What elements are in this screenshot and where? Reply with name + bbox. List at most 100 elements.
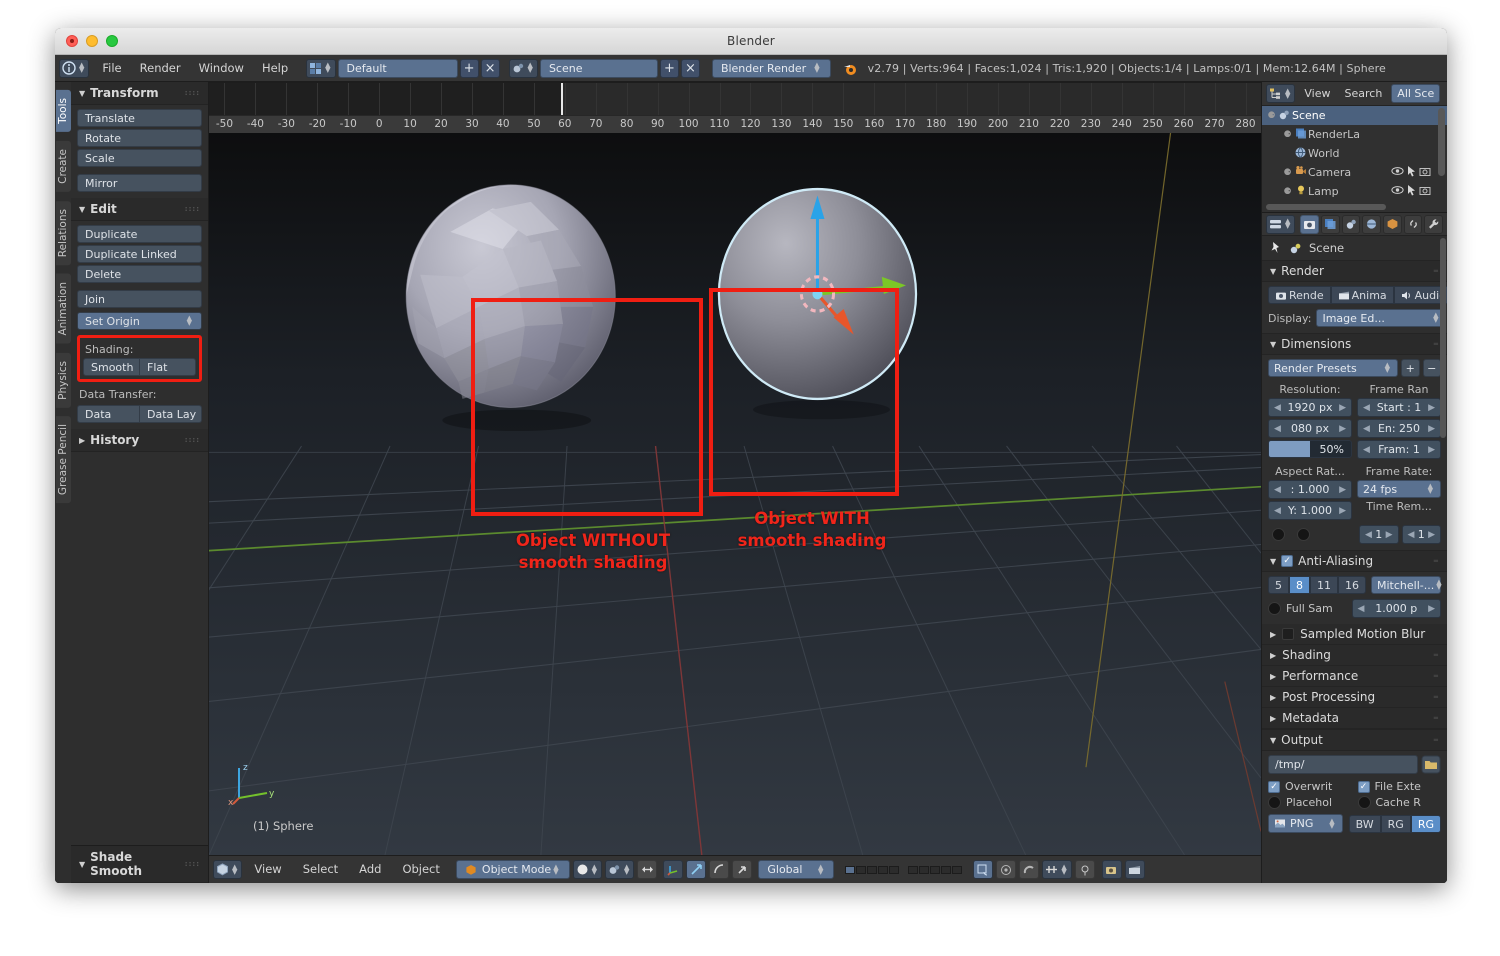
data-transfer-button[interactable]: Data <box>77 405 140 423</box>
layer-cell[interactable] <box>878 865 889 874</box>
frame-step-property[interactable]: ◀ Fram: 1 ▶ <box>1357 440 1441 459</box>
frame-start-property[interactable]: ◀ Start : 1 ▶ <box>1357 398 1441 417</box>
arrow-right-icon[interactable]: ▶ <box>1428 424 1435 434</box>
toggle-x-ray-button[interactable] <box>637 860 658 879</box>
panel-header-antialiasing[interactable]: ▼ ✓ Anti-Aliasing ═ <box>1262 550 1447 572</box>
new-scene-button[interactable]: + <box>659 58 679 78</box>
outliner-menu-search[interactable]: Search <box>1340 87 1388 100</box>
transform-orientation-selector[interactable]: Global ▲ ▼ <box>758 860 835 879</box>
color-mode-rgb[interactable]: RG <box>1380 814 1411 833</box>
viewport-menu-add[interactable]: Add <box>350 860 390 879</box>
layer-cell[interactable] <box>952 865 963 874</box>
frame-rate-selector[interactable]: 24 fps ▲ ▼ <box>1357 480 1441 498</box>
shade-flat-button[interactable]: Flat <box>140 358 196 376</box>
pin-icon[interactable] <box>1269 241 1283 255</box>
display-mode-selector[interactable]: Image Ed... ▲ ▼ <box>1316 309 1447 327</box>
layer-cell[interactable] <box>919 865 930 874</box>
layer-cell[interactable] <box>941 865 952 874</box>
aspect-x-field[interactable]: ◀ : 1.000 ▶ <box>1268 480 1352 499</box>
panel-header-dimensions[interactable]: ▼ Dimensions ═ <box>1262 333 1447 355</box>
object-type-visibility[interactable]: ▲ ▼ <box>604 860 635 879</box>
file-extensions-row[interactable]: ✓ File Exte <box>1357 780 1442 793</box>
outliner-menu-view[interactable]: View <box>1299 87 1335 100</box>
resolution-x-field[interactable]: ◀ 1920 px ▶ <box>1268 398 1352 417</box>
border-checkbox[interactable] <box>1272 528 1285 541</box>
arrow-right-icon[interactable]: ▶ <box>1339 485 1346 495</box>
rotate-button[interactable]: Rotate <box>77 129 202 147</box>
maximize-window-button[interactable] <box>106 35 118 47</box>
cursor-arrow-icon[interactable] <box>1407 165 1416 180</box>
timeline-editor[interactable]: -50 -40 -30 -20 -10 0 10 20 30 40 50 60 70 80 90 100 110… <box>209 82 1261 133</box>
delete-layout-button[interactable]: × <box>480 58 500 78</box>
delete-scene-button[interactable]: × <box>680 58 700 78</box>
file-format-selector[interactable]: PNG ▲ ▼ <box>1268 814 1343 833</box>
cursor-arrow-icon[interactable] <box>1407 184 1416 199</box>
panel-header-performance[interactable]: ▶ Performance ═ <box>1262 666 1447 687</box>
arrow-right-icon[interactable]: ▶ <box>1339 506 1346 516</box>
color-mode-rgba[interactable]: RG <box>1410 814 1441 833</box>
render-presets-selector[interactable]: Render Presets ▲ ▼ <box>1268 359 1398 377</box>
aa-samples-5[interactable]: 5 <box>1268 576 1289 594</box>
render-opengl-animation-button[interactable] <box>1124 860 1145 879</box>
overwrite-row[interactable]: ✓ Overwrit <box>1268 780 1352 793</box>
menu-file[interactable]: File <box>93 59 130 78</box>
timeline-ruler[interactable]: -50 -40 -30 -20 -10 0 10 20 30 40 50 60 70 80 90 100 110… <box>209 115 1261 133</box>
outliner-display-mode[interactable]: All Sce <box>1391 84 1441 103</box>
layer-cell[interactable] <box>856 865 867 874</box>
properties-editor[interactable]: Scene ▼ Render ═ Rende Anima Audio Displ… <box>1262 236 1447 883</box>
eye-icon[interactable] <box>1391 166 1404 180</box>
expand-toggle-icon[interactable]: ⚈ <box>1282 187 1293 197</box>
cache-result-checkbox[interactable] <box>1357 796 1371 809</box>
aspect-y-field[interactable]: ◀ Y: 1.000 ▶ <box>1268 501 1352 520</box>
translate-button[interactable]: Translate <box>77 109 202 127</box>
outliner-tree[interactable]: ⚈ Scene ⚈ RenderLa World ⚈ Camera ⚈ Lamp <box>1262 106 1447 212</box>
editor-type-properties[interactable]: ▲ ▼ <box>1266 214 1296 234</box>
new-layout-button[interactable]: + <box>459 58 479 78</box>
render-camera-icon[interactable] <box>1419 185 1431 199</box>
editor-type-3dview[interactable]: ▲ ▼ <box>213 860 243 879</box>
viewport-3d[interactable]: User Persp Object WITHOUT smooth shading… <box>209 82 1261 855</box>
expand-toggle-icon[interactable]: ⚈ <box>1282 168 1293 178</box>
delete-button[interactable]: Delete <box>77 265 202 283</box>
toolshelf-tab-grease-pencil[interactable]: Grease Pencil <box>55 416 71 504</box>
minimize-window-button[interactable] <box>86 35 98 47</box>
panel-header-edit[interactable]: ▼ Edit :::: <box>71 198 208 221</box>
timeline-track[interactable] <box>209 83 1261 115</box>
menu-render[interactable]: Render <box>131 59 190 78</box>
eye-icon[interactable] <box>1391 185 1404 199</box>
motion-blur-checkbox[interactable] <box>1282 628 1295 640</box>
layer-selector-second[interactable] <box>908 865 963 874</box>
layer-cell[interactable] <box>845 865 856 874</box>
properties-tab-render-layers[interactable] <box>1321 214 1340 234</box>
full-sample-row[interactable]: Full Sam <box>1268 602 1346 615</box>
time-remap-old-field[interactable]: ◀ 1 ▶ <box>1359 525 1399 544</box>
remove-preset-button[interactable]: − <box>1422 359 1441 377</box>
scene-name-field[interactable]: Scene <box>539 58 658 78</box>
expand-toggle-icon[interactable]: ⚈ <box>1282 130 1293 140</box>
render-opengl-image-button[interactable] <box>1101 860 1122 879</box>
arrow-left-icon[interactable]: ◀ <box>1274 403 1281 413</box>
scale-button[interactable]: Scale <box>77 149 202 167</box>
properties-tab-world[interactable] <box>1362 214 1382 234</box>
placeholders-row[interactable]: Placehol <box>1268 796 1352 809</box>
window-controls[interactable] <box>66 35 118 47</box>
arrow-right-icon[interactable]: ▶ <box>1339 424 1346 434</box>
aa-samples-16[interactable]: 16 <box>1338 576 1366 594</box>
outliner-row-camera[interactable]: ⚈ Camera <box>1262 163 1447 182</box>
editor-type-outliner[interactable]: ▲ ▼ <box>1266 84 1296 103</box>
outliner-row-world[interactable]: World <box>1262 144 1447 163</box>
data-layout-transfer-button[interactable]: Data Lay <box>140 405 202 423</box>
proportional-edit-button[interactable] <box>996 860 1017 879</box>
scene-selector[interactable]: ▲ ▼ <box>508 58 538 78</box>
panel-header-sampled-motion-blur[interactable]: ▶ Sampled Motion Blur <box>1262 624 1447 645</box>
pivot-point-selector[interactable] <box>663 860 684 879</box>
panel-header-render[interactable]: ▼ Render ═ <box>1262 260 1447 282</box>
screen-layout-selector[interactable]: ▲ ▼ <box>306 58 336 78</box>
arrow-right-icon[interactable]: ▶ <box>1339 403 1346 413</box>
resolution-percentage-slider[interactable]: 50% <box>1268 440 1352 458</box>
arrow-right-icon[interactable]: ▶ <box>1428 445 1435 455</box>
render-camera-icon[interactable] <box>1419 166 1431 180</box>
panel-header-transform[interactable]: ▼ Transform :::: <box>71 82 208 105</box>
arrow-left-icon[interactable]: ◀ <box>1358 604 1365 614</box>
close-window-button[interactable] <box>66 35 78 47</box>
